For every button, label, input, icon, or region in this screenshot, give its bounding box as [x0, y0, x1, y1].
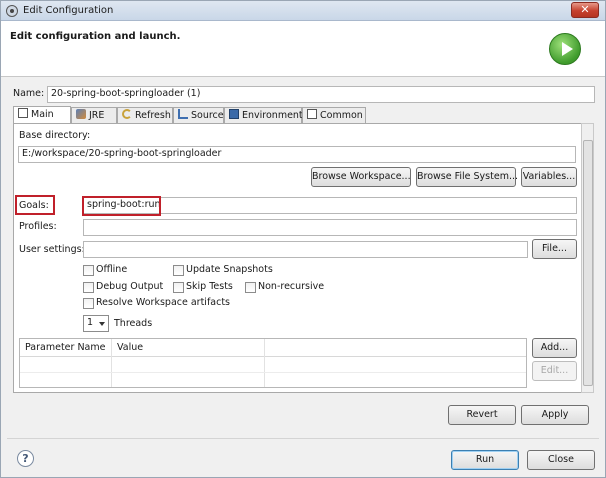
tab-refresh-label: Refresh	[135, 110, 171, 121]
browse-workspace-button[interactable]: Browse Workspace...	[311, 167, 411, 187]
debug-output-checkbox[interactable]	[83, 282, 94, 293]
threads-value: 1	[87, 317, 94, 328]
offline-label: Offline	[96, 264, 128, 275]
panel-scrollbar[interactable]	[581, 123, 594, 393]
footer-separator	[7, 438, 599, 439]
user-settings-file-button[interactable]: File...	[532, 239, 577, 259]
browse-file-system-button[interactable]: Browse File System...	[416, 167, 518, 187]
resolve-workspace-label: Resolve Workspace artifacts	[96, 297, 231, 308]
edit-configuration-dialog: Edit Configuration ✕ Edit configuration …	[0, 0, 606, 478]
header-banner: Edit configuration and launch.	[1, 21, 605, 77]
apply-button[interactable]: Apply	[521, 405, 589, 425]
title-bar: Edit Configuration ✕	[1, 1, 605, 21]
skip-tests-checkbox[interactable]	[173, 282, 184, 293]
table-row-divider	[20, 372, 526, 373]
source-icon	[178, 109, 188, 119]
column-divider	[111, 339, 112, 387]
variables-button[interactable]: Variables...	[521, 167, 577, 187]
parameters-table-header: Parameter Name Value	[20, 339, 526, 357]
tab-common-label: Common	[320, 110, 363, 121]
debug-output-label: Debug Output	[96, 281, 164, 292]
tab-jre-label: JRE	[89, 110, 105, 121]
non-recursive-label: Non-recursive	[258, 281, 325, 292]
non-recursive-checkbox[interactable]	[245, 282, 256, 293]
update-snapshots-checkbox[interactable]	[173, 265, 184, 276]
update-snapshots-label: Update Snapshots	[186, 264, 273, 275]
tab-source[interactable]: Source	[173, 107, 224, 124]
offline-checkbox[interactable]	[83, 265, 94, 276]
tab-common[interactable]: Common	[302, 107, 366, 124]
edit-parameter-button[interactable]: Edit...	[532, 361, 577, 381]
refresh-icon	[122, 109, 132, 119]
window-close-button[interactable]: ✕	[571, 2, 599, 18]
base-directory-field[interactable]: E:/workspace/20-spring-boot-springloader	[18, 146, 576, 163]
main-tab-icon	[18, 108, 28, 118]
tab-refresh[interactable]: Refresh	[117, 107, 173, 124]
base-directory-label: Base directory:	[19, 130, 91, 141]
tab-environment-label: Environment	[242, 110, 303, 121]
threads-label: Threads	[114, 318, 153, 329]
profiles-field[interactable]	[83, 219, 577, 236]
tab-source-label: Source	[191, 110, 224, 121]
tab-main-label: Main	[31, 109, 54, 120]
run-icon	[549, 33, 581, 65]
resolve-workspace-checkbox[interactable]	[83, 298, 94, 309]
banner-title: Edit configuration and launch.	[10, 31, 181, 42]
threads-dropdown[interactable]: 1	[83, 315, 109, 332]
goals-field-highlight	[82, 196, 161, 216]
name-field[interactable]: 20-spring-boot-springloader (1)	[47, 86, 595, 103]
tab-environment[interactable]: Environment	[224, 107, 303, 124]
profiles-label: Profiles:	[19, 221, 57, 232]
add-parameter-button[interactable]: Add...	[532, 338, 577, 358]
window-title: Edit Configuration	[23, 5, 114, 16]
revert-button[interactable]: Revert	[448, 405, 516, 425]
help-icon[interactable]: ?	[17, 450, 34, 467]
close-button[interactable]: Close	[527, 450, 595, 470]
user-settings-label: User settings:	[19, 244, 85, 255]
scrollbar-thumb[interactable]	[583, 140, 593, 386]
tab-jre[interactable]: JRE	[71, 107, 117, 124]
run-button[interactable]: Run	[451, 450, 519, 470]
app-icon	[6, 5, 18, 17]
common-icon	[307, 109, 317, 119]
goals-label-highlight	[15, 195, 55, 215]
column-header-parameter-name[interactable]: Parameter Name	[25, 342, 105, 353]
name-label: Name:	[13, 88, 45, 99]
jre-icon	[76, 109, 86, 119]
parameters-table[interactable]: Parameter Name Value	[19, 338, 527, 388]
column-divider	[264, 339, 265, 387]
skip-tests-label: Skip Tests	[186, 281, 233, 292]
column-header-value[interactable]: Value	[117, 342, 143, 353]
user-settings-field[interactable]	[83, 241, 528, 258]
environment-icon	[229, 109, 239, 119]
